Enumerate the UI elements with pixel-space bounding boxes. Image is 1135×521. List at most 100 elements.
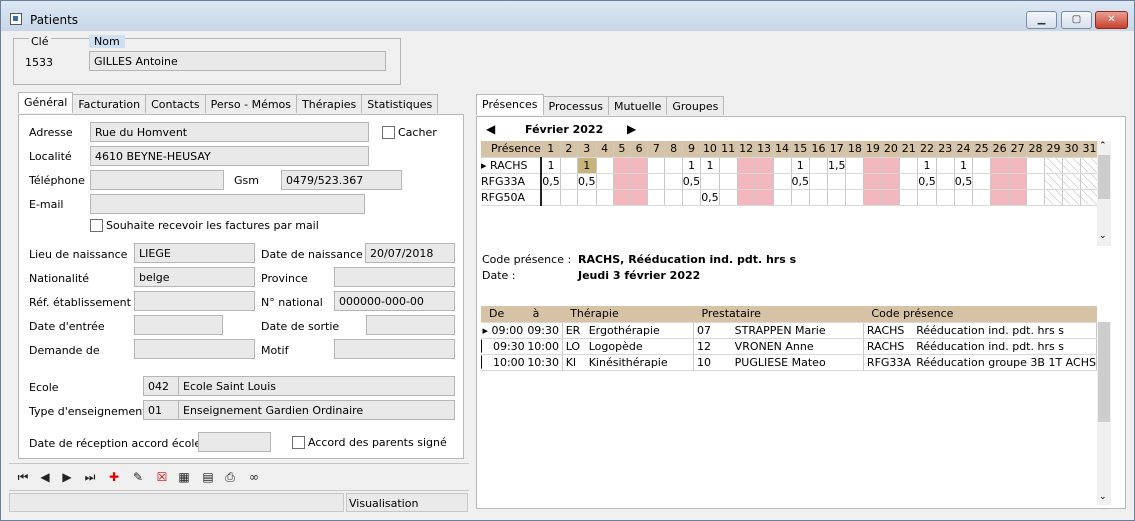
type-enseignement-field[interactable]: Enseignement Gardien Ordinaire (178, 400, 455, 420)
presence-cell[interactable] (773, 157, 792, 174)
scroll-down-icon[interactable]: ⌄ (1099, 231, 1107, 241)
cacher-checkbox[interactable]: Cacher (382, 126, 437, 139)
presence-cell[interactable]: 0,5 (917, 173, 937, 190)
last-record-icon[interactable]: ⏭ (81, 469, 99, 485)
presence-cell[interactable] (613, 173, 631, 190)
presence-cell[interactable] (596, 189, 614, 206)
presence-cell[interactable]: 0,5 (791, 173, 810, 190)
scroll-up-icon[interactable]: ⌃ (1099, 141, 1107, 151)
sessions-table[interactable]: De à Thérapie Prestataire Code présence ▸ 09:… (481, 306, 1097, 371)
session-cell[interactable]: 10 (693, 354, 732, 371)
nationalite-field[interactable]: belge (134, 267, 255, 287)
presence-cell[interactable]: 1,5 (827, 157, 847, 174)
presence-cell[interactable] (972, 157, 992, 174)
presence-cell[interactable]: 1 (541, 157, 561, 174)
presence-cell[interactable] (755, 189, 774, 206)
presence-cell[interactable] (917, 189, 937, 206)
report-icon[interactable]: ▤ (199, 469, 217, 485)
session-cell[interactable]: Rééducation groupe 3B 1T ACHS (913, 354, 1097, 371)
presence-cell[interactable] (827, 189, 847, 206)
tab-groupes[interactable]: Groupes (666, 96, 725, 115)
presence-cell[interactable] (541, 189, 561, 206)
sessions-scrollbar[interactable]: ⌄ (1097, 322, 1111, 505)
date-reception-field[interactable] (198, 432, 271, 452)
telephone-field[interactable] (90, 170, 224, 190)
sessions-scroll-down-icon[interactable]: ⌄ (1099, 492, 1107, 502)
sessions-grid[interactable]: De à Thérapie Prestataire Code présence ▸ 09:… (481, 306, 1097, 426)
print-icon[interactable]: ⎙ (221, 469, 239, 485)
tab-general[interactable]: Général (18, 92, 74, 113)
demande-de-field[interactable] (134, 339, 255, 359)
presence-cell[interactable] (560, 157, 579, 174)
tab-presences[interactable]: Présences (476, 94, 544, 115)
presence-cell[interactable] (845, 189, 865, 206)
ecole-code-field[interactable]: 042 (143, 376, 179, 396)
session-cell[interactable]: 09:30 (524, 322, 563, 339)
presence-cell[interactable]: 1 (700, 157, 720, 174)
presence-cell[interactable] (1044, 189, 1063, 206)
cacher-check-box[interactable] (382, 126, 395, 139)
presence-cell[interactable]: 0,5 (682, 173, 702, 190)
presence-cell[interactable]: 1 (577, 157, 597, 174)
presence-cell[interactable] (1080, 189, 1099, 206)
presence-cell[interactable] (990, 173, 1010, 190)
session-cell[interactable]: Logopède (585, 338, 694, 355)
session-cell[interactable]: Rééducation ind. pdt. hrs s (913, 322, 1097, 339)
presence-cell[interactable] (1080, 157, 1099, 174)
n-national-field[interactable]: 000000-000-00 (334, 291, 455, 311)
session-cell[interactable]: 10:00 (524, 338, 563, 355)
next-month-icon[interactable]: ▶ (627, 122, 636, 136)
table-row[interactable]: ▏ 10:00 10:30 KI Kinésithérapie 10 PUGLIESE M… (481, 354, 1097, 371)
email-field[interactable] (90, 194, 365, 214)
presence-cell[interactable] (936, 189, 955, 206)
presence-cell[interactable] (845, 173, 865, 190)
presence-cell[interactable] (1008, 157, 1028, 174)
presence-cell[interactable] (1062, 173, 1081, 190)
session-cell[interactable]: Ergothérapie (585, 322, 694, 339)
presence-cell[interactable] (719, 157, 738, 174)
presence-cell[interactable] (1026, 173, 1046, 190)
presence-cell[interactable] (791, 189, 810, 206)
presence-cell[interactable] (737, 173, 756, 190)
presence-cell[interactable] (647, 157, 666, 174)
presence-cell[interactable] (719, 189, 738, 206)
session-cell[interactable]: RACHS (863, 338, 914, 355)
presence-cell[interactable] (664, 173, 683, 190)
type-enseignement-code-field[interactable]: 01 (143, 400, 179, 420)
presence-cell[interactable] (1062, 157, 1081, 174)
presence-cell[interactable] (1044, 173, 1063, 190)
presence-row-code[interactable]: RFG50A (481, 189, 543, 206)
presence-cell[interactable] (936, 157, 955, 174)
tab-facturation[interactable]: Facturation (72, 94, 147, 113)
presence-cell[interactable] (809, 173, 828, 190)
mail-factures-check-box[interactable] (90, 219, 103, 232)
edit-record-icon[interactable]: ✎ (129, 469, 147, 485)
presence-cell[interactable] (863, 173, 883, 190)
add-record-icon[interactable]: ✚ (105, 469, 123, 485)
presence-cell[interactable] (1062, 189, 1081, 206)
close-button[interactable]: ✕ (1095, 11, 1128, 29)
list-view-icon[interactable]: ▦ (175, 469, 193, 485)
table-row[interactable]: ▸ 09:00 09:30 ER Ergothérapie 07 STRAPPEN Mar… (481, 322, 1097, 339)
session-cell[interactable]: ▏ 10:00 (481, 354, 525, 371)
presence-cell[interactable] (1080, 173, 1099, 190)
presence-cell[interactable]: 0,5 (577, 173, 597, 190)
presence-cell[interactable] (719, 173, 738, 190)
minimize-button[interactable]: ▁ (1026, 11, 1057, 29)
presence-cell[interactable] (990, 157, 1010, 174)
presence-cell[interactable]: 1 (682, 157, 702, 174)
presence-cell[interactable] (1044, 157, 1063, 174)
presence-cell[interactable] (755, 173, 774, 190)
first-record-icon[interactable]: ⏮ (14, 469, 32, 485)
localite-field[interactable]: 4610 BEYNE-HEUSAY (90, 146, 369, 166)
presence-cell[interactable] (899, 173, 919, 190)
presence-cell[interactable] (773, 189, 792, 206)
session-cell[interactable]: RFG33A (863, 354, 914, 371)
session-cell[interactable]: KI (562, 354, 586, 371)
session-cell[interactable]: PUGLIESE Mateo (731, 354, 864, 371)
presence-cell[interactable] (664, 189, 683, 206)
table-row[interactable]: ▏ 09:30 10:00 LO Logopède 12 VRONEN Anne RACHS… (481, 338, 1097, 355)
presence-cell[interactable] (596, 173, 614, 190)
session-cell[interactable]: 12 (693, 338, 732, 355)
adresse-field[interactable]: Rue du Homvent (90, 122, 369, 142)
